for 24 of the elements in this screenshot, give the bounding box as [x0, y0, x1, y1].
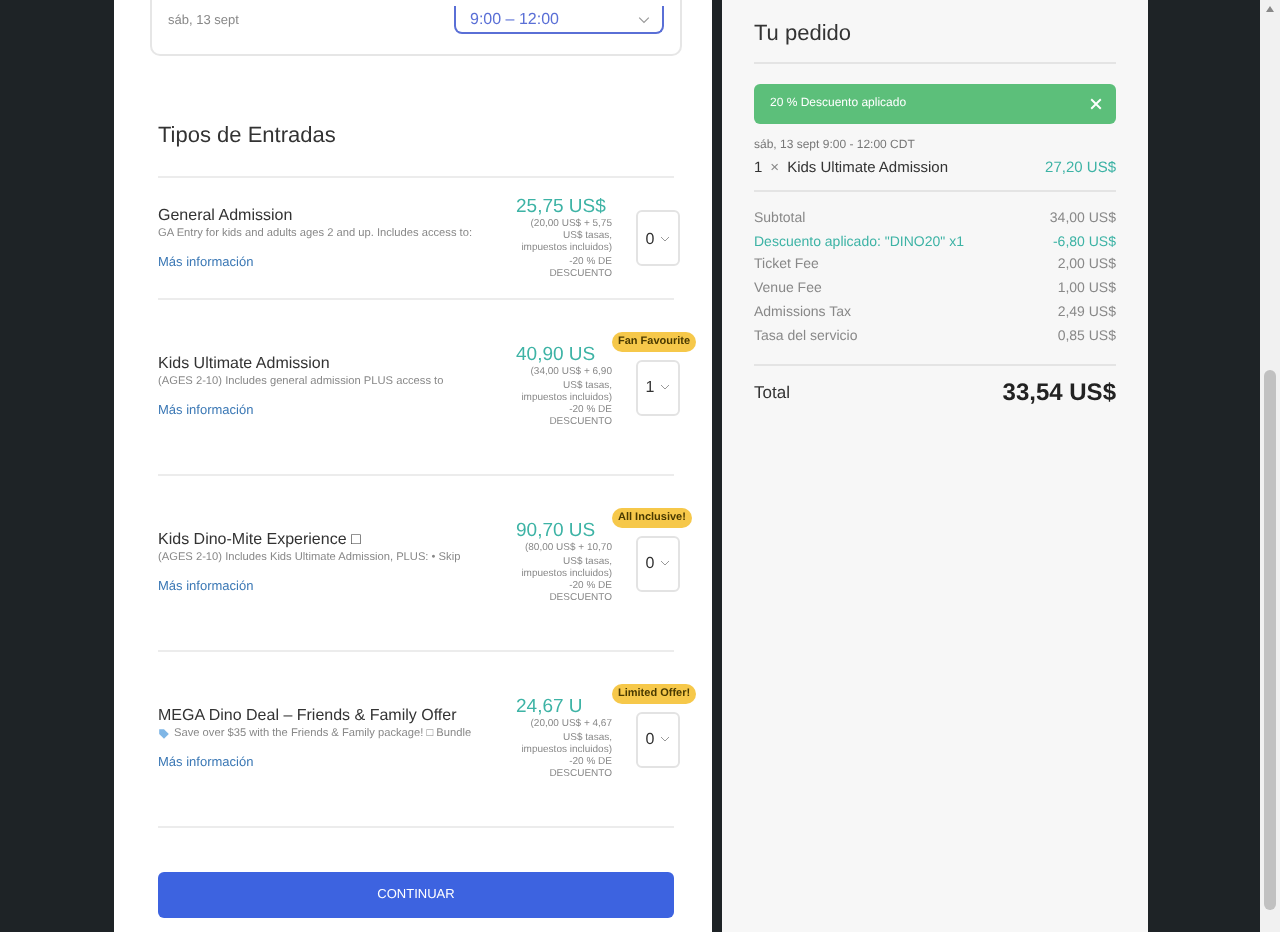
order-title: Tu pedido — [754, 22, 854, 46]
chevron-down-icon — [660, 560, 671, 566]
chevron-down-icon — [660, 384, 671, 390]
quantity-select[interactable]: 0 — [636, 210, 680, 266]
ticket-name: Kids Dino-Mite Experience □ — [158, 530, 363, 548]
time-select[interactable]: 9:00 – 12:00 — [454, 6, 664, 34]
quantity-select[interactable]: 0 — [636, 535, 680, 591]
chevron-down-icon — [660, 235, 671, 241]
ticket-name: Kids Ultimate Admission — [158, 354, 332, 372]
quantity-select[interactable]: 0 — [636, 711, 680, 767]
section-title: Tipos de Entradas — [158, 124, 338, 148]
ticket-price: 24,67 U — [516, 696, 583, 719]
chevron-down-icon — [660, 736, 671, 742]
close-icon[interactable] — [1090, 98, 1102, 110]
ticket-price: 40,90 US — [516, 344, 596, 367]
ticket-price: 90,70 US — [516, 520, 596, 543]
ticket-name: General Admission — [158, 205, 295, 223]
chevron-down-icon — [638, 15, 650, 23]
ticket-name: MEGA Dino Deal – Friends & Family Offer — [158, 706, 459, 724]
quantity-select[interactable]: 1 — [636, 359, 680, 415]
total-label: Total — [754, 382, 790, 403]
scrollbar[interactable] — [1260, 0, 1280, 932]
total-amount: 33,54 US$ — [1002, 378, 1116, 407]
ticket-price: 25,75 US$ — [516, 195, 606, 218]
